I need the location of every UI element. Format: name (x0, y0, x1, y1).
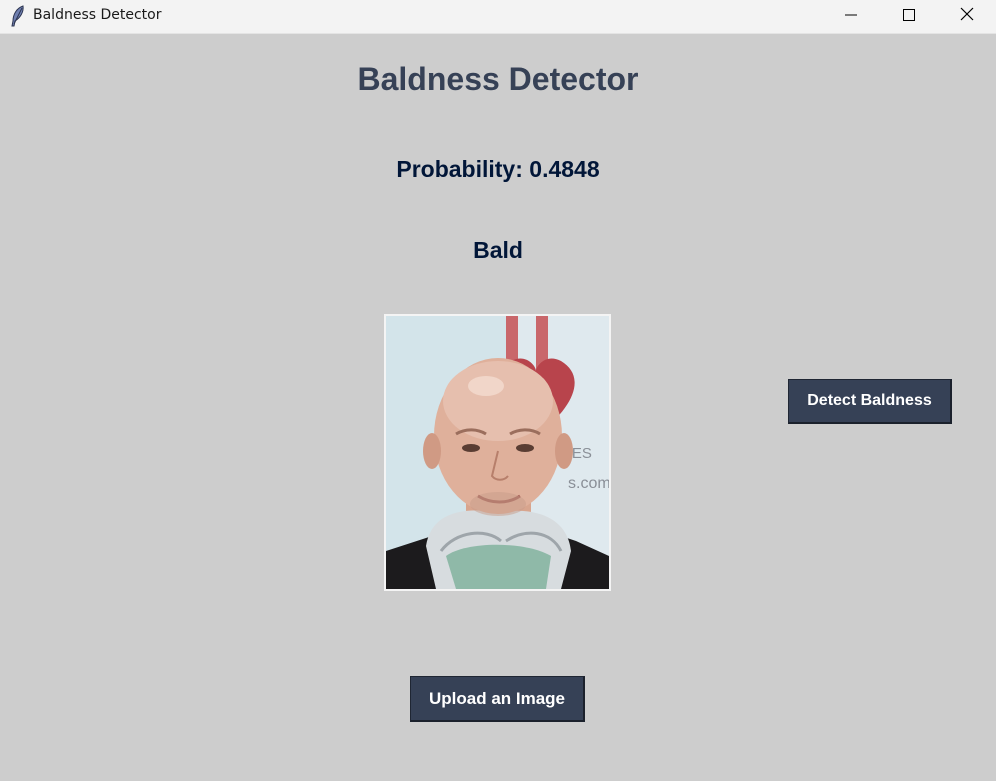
close-button[interactable] (938, 0, 996, 33)
feather-icon (9, 5, 27, 27)
maximize-icon (903, 8, 915, 26)
upload-image-button[interactable]: Upload an Image (410, 676, 585, 722)
app-window: Baldness Detector Baldness Detector Prob… (0, 0, 996, 781)
result-label: Bald (473, 237, 523, 263)
window-title: Baldness Detector (33, 7, 162, 23)
close-icon (960, 7, 974, 26)
minimize-button[interactable] (822, 0, 880, 33)
probability-label: Probability: 0.4848 (396, 156, 600, 182)
page-title: Baldness Detector (357, 61, 639, 97)
maximize-button[interactable] (880, 0, 938, 33)
uploaded-image: RES s.com (384, 314, 611, 591)
detect-baldness-button[interactable]: Detect Baldness (788, 379, 952, 424)
title-bar: Baldness Detector (0, 0, 996, 34)
watermark-text-2: s.com (568, 475, 609, 492)
minimize-icon (845, 8, 857, 26)
